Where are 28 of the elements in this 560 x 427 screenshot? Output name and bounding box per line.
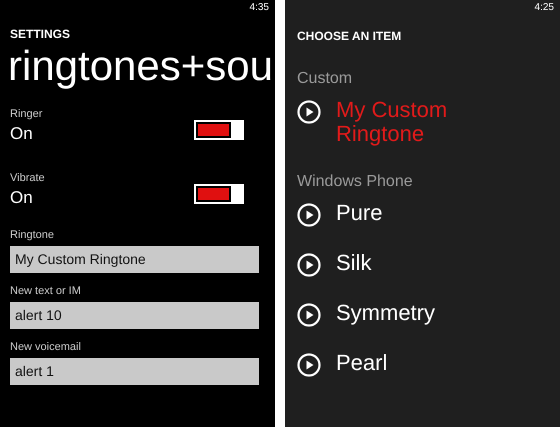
- ringtone-item[interactable]: Symmetry: [336, 301, 506, 326]
- group-label: Custom: [297, 70, 354, 88]
- setting-label: Vibrate: [10, 172, 46, 184]
- play-icon[interactable]: [297, 353, 321, 378]
- ringtone-item[interactable]: Pure: [336, 201, 506, 226]
- setting-value: On: [10, 188, 34, 208]
- field-label: New text or IM: [10, 285, 82, 298]
- select-field[interactable]: My Custom Ringtone: [10, 246, 259, 274]
- setting-label: Ringer: [10, 108, 44, 120]
- play-icon[interactable]: [297, 203, 321, 228]
- group-label: Windows Phone: [297, 173, 414, 192]
- status-time: 4:35: [250, 2, 269, 13]
- play-icon[interactable]: [297, 303, 321, 328]
- page-title: ringtones+sou: [8, 43, 274, 90]
- select-field[interactable]: alert 1: [10, 358, 259, 386]
- setting-value: On: [10, 124, 34, 144]
- field-label: Ringtone: [10, 229, 56, 242]
- toggle-switch[interactable]: [194, 120, 244, 140]
- status-time: 4:25: [534, 2, 554, 13]
- toggle-switch[interactable]: [194, 184, 244, 204]
- play-icon[interactable]: [297, 100, 321, 124]
- page-header: CHOOSE AN ITEM: [297, 29, 402, 43]
- select-field[interactable]: alert 10: [10, 302, 259, 330]
- field-label: New voicemail: [10, 341, 82, 354]
- play-icon[interactable]: [297, 253, 321, 278]
- ringtone-item[interactable]: Pearl: [336, 351, 506, 376]
- ringtone-item[interactable]: Silk: [336, 251, 506, 276]
- page-header: SETTINGS: [10, 27, 72, 41]
